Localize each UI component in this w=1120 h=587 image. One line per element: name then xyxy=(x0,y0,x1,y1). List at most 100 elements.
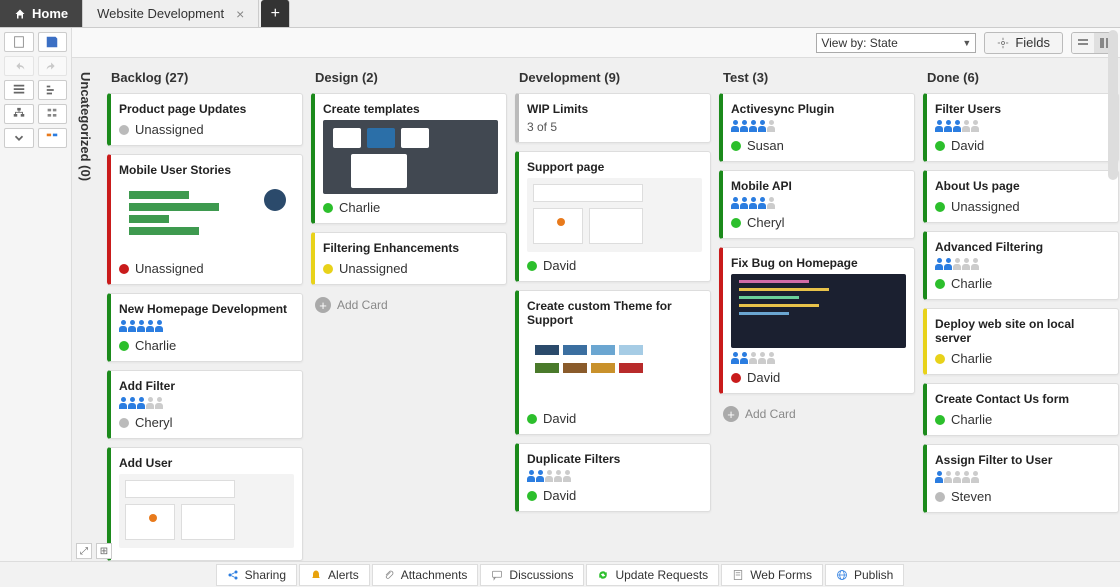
card-assignee: Charlie xyxy=(951,276,992,291)
tab-document-label: Website Development xyxy=(97,6,224,21)
footer-label: Sharing xyxy=(245,568,286,582)
fields-button[interactable]: Fields xyxy=(984,32,1063,54)
card-title: Mobile User Stories xyxy=(119,163,294,177)
card-title: Create templates xyxy=(323,102,498,116)
card[interactable]: Deploy web site on local serverCharlie xyxy=(923,308,1119,375)
footer-label: Update Requests xyxy=(615,568,708,582)
status-dot xyxy=(119,125,129,135)
card[interactable]: WIP Limits3 of 5 xyxy=(515,93,711,143)
vertical-scrollbar[interactable] xyxy=(1108,30,1118,180)
collapse-all-button[interactable]: ⤢ xyxy=(76,543,92,559)
status-dot xyxy=(935,202,945,212)
card-footer: Steven xyxy=(935,489,1110,504)
card-assignee: David xyxy=(543,488,576,503)
person-icon xyxy=(128,397,136,409)
expand-all-button[interactable]: ⊞ xyxy=(96,543,112,559)
people-icons xyxy=(731,197,906,209)
card-title: New Homepage Development xyxy=(119,302,294,316)
card[interactable]: New Homepage Development Charlie xyxy=(107,293,303,362)
card-title: Activesync Plugin xyxy=(731,102,906,116)
add-card-button[interactable]: +Add Card xyxy=(311,293,507,317)
collapse-button[interactable] xyxy=(4,128,34,148)
indent-button[interactable] xyxy=(38,80,68,100)
footer-discussions-button[interactable]: Discussions xyxy=(480,564,584,586)
card[interactable]: Create templatesCharlie xyxy=(311,93,507,224)
person-icon xyxy=(749,197,757,209)
people-icons xyxy=(935,258,1110,270)
board-toolbar: View by: State ▼ Fields xyxy=(72,28,1120,58)
column-header: Backlog (27) xyxy=(107,64,303,93)
card-assignee: Charlie xyxy=(951,351,992,366)
card[interactable]: Fix Bug on HomepageDavid xyxy=(719,247,915,394)
card[interactable]: Add User xyxy=(107,447,303,561)
compact-view-button[interactable] xyxy=(1072,33,1094,53)
new-doc-button[interactable] xyxy=(4,32,34,52)
grid-view-button[interactable] xyxy=(4,80,34,100)
card[interactable]: Product page UpdatesUnassigned xyxy=(107,93,303,146)
card[interactable]: Support pageDavid xyxy=(515,151,711,282)
card-title: Filter Users xyxy=(935,102,1110,116)
kanban-board[interactable]: Uncategorized (0) Backlog (27)Product pa… xyxy=(72,58,1120,561)
person-icon xyxy=(545,470,553,482)
column-backlog: Backlog (27)Product page UpdatesUnassign… xyxy=(107,64,303,555)
status-dot xyxy=(935,354,945,364)
card-footer: Cheryl xyxy=(731,215,906,230)
card-assignee: David xyxy=(951,138,984,153)
tab-add[interactable]: + xyxy=(261,0,290,27)
card[interactable]: Duplicate FiltersDavid xyxy=(515,443,711,512)
hierarchy-button[interactable] xyxy=(4,104,34,124)
status-dot xyxy=(323,264,333,274)
footer-update-requests-button[interactable]: Update Requests xyxy=(586,564,719,586)
status-dot xyxy=(119,341,129,351)
column-development: Development (9)WIP Limits3 of 5 Support p… xyxy=(515,64,711,555)
card-title: Fix Bug on Homepage xyxy=(731,256,906,270)
column-header: Development (9) xyxy=(515,64,711,93)
card[interactable]: Advanced FilteringCharlie xyxy=(923,231,1119,300)
add-card-label: Add Card xyxy=(745,407,796,421)
status-dot xyxy=(935,141,945,151)
view-by-dropdown[interactable]: View by: State ▼ xyxy=(816,33,976,53)
org-button[interactable] xyxy=(38,104,68,124)
uncategorized-column[interactable]: Uncategorized (0) xyxy=(72,64,99,555)
caret-down-icon: ▼ xyxy=(962,38,971,48)
left-toolbar xyxy=(0,28,72,561)
card[interactable]: Mobile User StoriesUnassigned xyxy=(107,154,303,285)
add-card-button[interactable]: +Add Card xyxy=(719,402,915,426)
close-icon[interactable]: × xyxy=(236,6,244,22)
form-icon xyxy=(732,569,744,581)
card[interactable]: Activesync PluginSusan xyxy=(719,93,915,162)
column-header: Design (2) xyxy=(311,64,507,93)
tab-home[interactable]: Home xyxy=(0,0,83,27)
card-thumbnail xyxy=(731,274,906,348)
footer-publish-button[interactable]: Publish xyxy=(825,564,904,586)
person-icon xyxy=(137,397,145,409)
save-button[interactable] xyxy=(38,32,68,52)
card[interactable]: Filtering EnhancementsUnassigned xyxy=(311,232,507,285)
people-icons xyxy=(119,397,294,409)
footer-alerts-button[interactable]: Alerts xyxy=(299,564,370,586)
person-icon xyxy=(944,120,952,132)
redo-button[interactable] xyxy=(38,56,68,76)
clip-icon xyxy=(383,569,395,581)
person-icon xyxy=(527,470,535,482)
card-assignee: Charlie xyxy=(135,338,176,353)
card[interactable]: Create Contact Us formCharlie xyxy=(923,383,1119,436)
person-icon xyxy=(935,120,943,132)
card-footer: Charlie xyxy=(935,412,1110,427)
card[interactable]: About Us pageUnassigned xyxy=(923,170,1119,223)
undo-button[interactable] xyxy=(4,56,34,76)
card[interactable]: Assign Filter to UserSteven xyxy=(923,444,1119,513)
footer-attachments-button[interactable]: Attachments xyxy=(372,564,479,586)
tab-document[interactable]: Website Development × xyxy=(83,0,259,27)
footer-web-forms-button[interactable]: Web Forms xyxy=(721,564,823,586)
card[interactable]: Mobile APICheryl xyxy=(719,170,915,239)
footer-sharing-button[interactable]: Sharing xyxy=(216,564,297,586)
card-bars-button[interactable] xyxy=(38,128,68,148)
person-icon xyxy=(155,320,163,332)
card[interactable]: Create custom Theme for SupportDavid xyxy=(515,290,711,435)
person-icon xyxy=(749,352,757,364)
person-icon xyxy=(767,352,775,364)
person-icon xyxy=(971,258,979,270)
card[interactable]: Filter Users David xyxy=(923,93,1119,162)
card[interactable]: Add FilterCheryl xyxy=(107,370,303,439)
